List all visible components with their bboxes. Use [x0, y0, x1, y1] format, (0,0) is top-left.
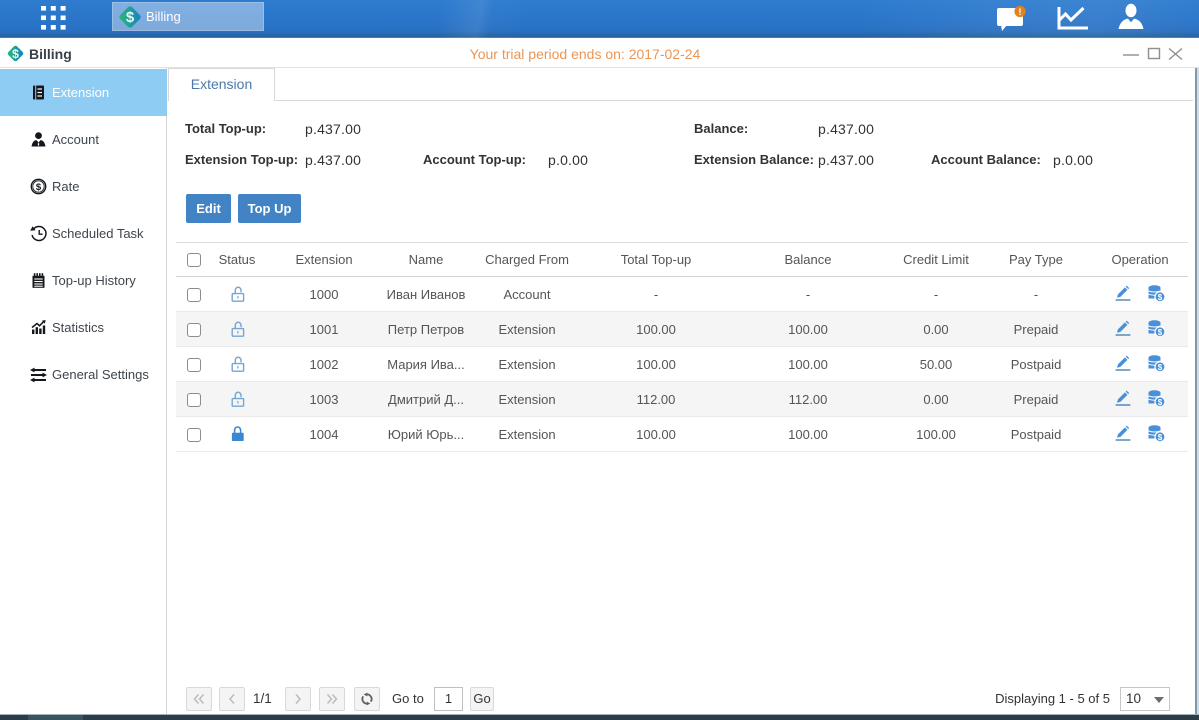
svg-text:$: $ — [1158, 292, 1163, 301]
svg-text:$: $ — [1158, 327, 1163, 336]
svg-text:$: $ — [1158, 432, 1163, 441]
svg-text:$: $ — [36, 182, 42, 193]
svg-text:$: $ — [126, 9, 135, 26]
svg-text:$: $ — [1158, 362, 1163, 371]
svg-text:!: ! — [1018, 7, 1021, 18]
svg-text:$: $ — [1158, 397, 1163, 406]
